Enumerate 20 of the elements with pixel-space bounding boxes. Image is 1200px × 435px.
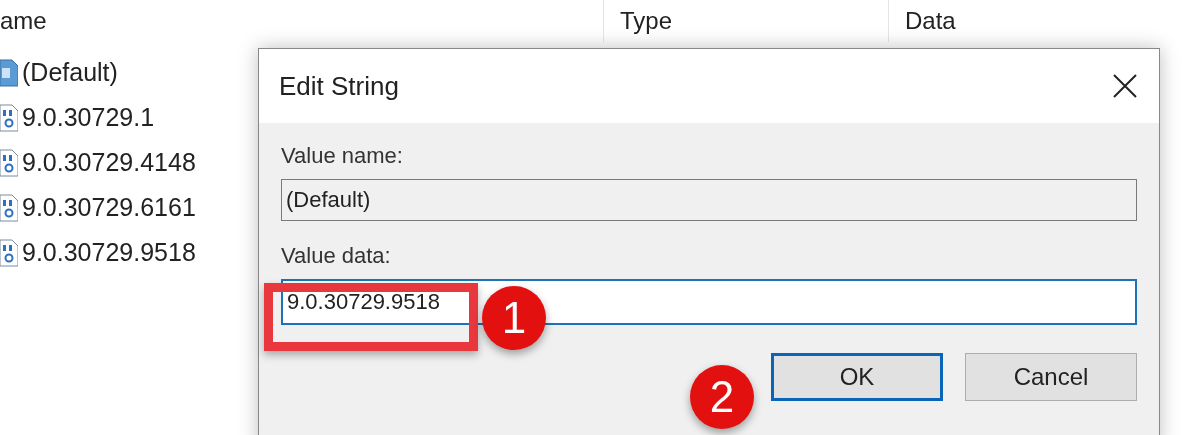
binary-value-icon: [0, 102, 18, 133]
cancel-button[interactable]: Cancel: [965, 353, 1137, 401]
string-value-icon: [0, 57, 18, 88]
field-label: Value data:: [281, 243, 392, 270]
value-name-field[interactable]: (Default): [281, 179, 1137, 221]
field-label: Value name:: [281, 143, 404, 170]
value-name[interactable]: 9.0.30729.4148: [22, 148, 196, 177]
column-header[interactable]: ame: [0, 7, 47, 35]
column-header[interactable]: Type: [620, 7, 673, 35]
column-header[interactable]: Data: [905, 7, 956, 35]
dialog-title: Edit String: [279, 70, 399, 102]
value-name[interactable]: 9.0.30729.6161: [22, 193, 196, 222]
binary-value-icon: [0, 147, 18, 178]
value-name[interactable]: (Default): [22, 58, 118, 87]
binary-value-icon: [0, 237, 18, 268]
ok-button[interactable]: OK: [771, 353, 943, 401]
binary-value-icon: [0, 192, 18, 223]
close-icon[interactable]: [1113, 74, 1137, 98]
value-name[interactable]: 9.0.30729.1: [22, 103, 155, 132]
value-name[interactable]: 9.0.30729.9518: [22, 238, 196, 267]
